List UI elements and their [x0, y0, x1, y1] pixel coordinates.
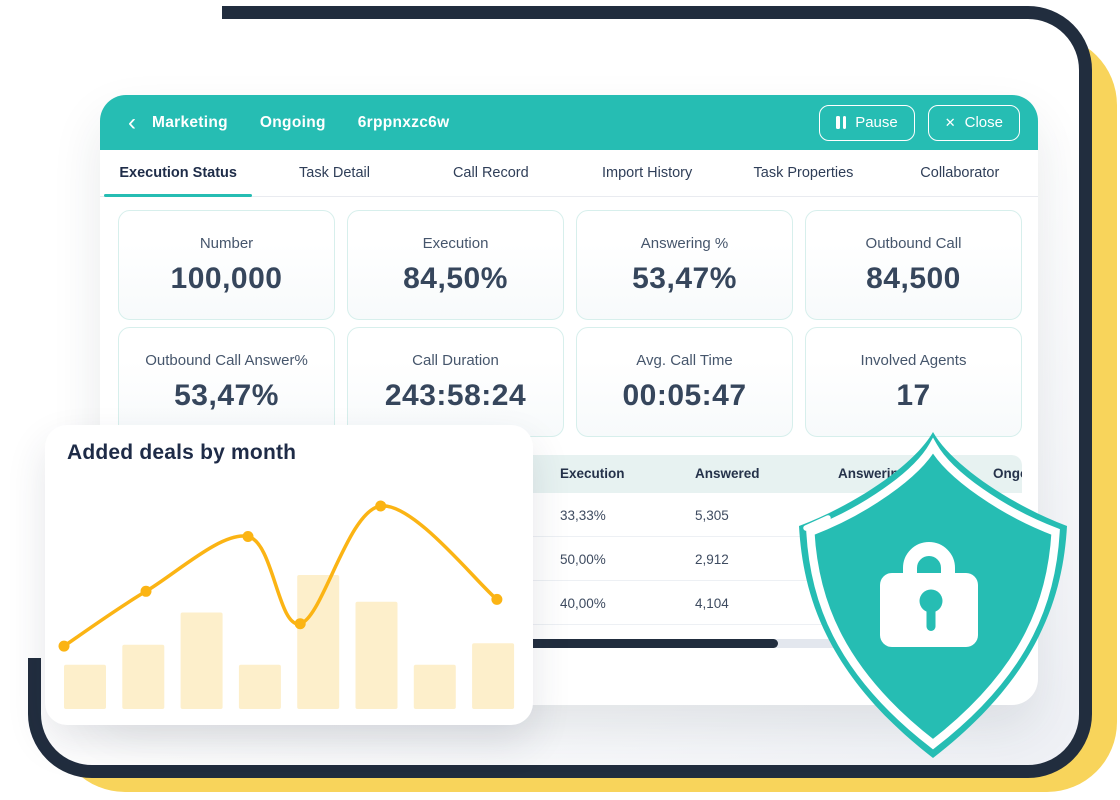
stat-label: Answering %: [641, 235, 729, 252]
stat-card-execution: Execution 84,50%: [347, 210, 564, 320]
close-icon: ✕: [945, 116, 956, 129]
deal-point: [295, 618, 306, 629]
stat-card-call-duration: Call Duration 243:58:24: [347, 327, 564, 437]
stat-card-answering-pct: Answering % 53,47%: [576, 210, 793, 320]
app-header: ‹ Marketing Ongoing 6rppnxzc6w Pause ✕ C…: [100, 95, 1038, 150]
horizontal-scrollbar-thumb[interactable]: [528, 639, 778, 648]
stat-label: Avg. Call Time: [636, 352, 732, 369]
back-button[interactable]: ‹: [124, 113, 140, 133]
stat-label: Outbound Call: [866, 235, 962, 252]
stat-value: 00:05:47: [622, 379, 746, 413]
cell-answered: 4,104: [695, 596, 729, 611]
breadcrumb-task-id: 6rppnxzc6w: [358, 114, 450, 132]
deal-bar: [297, 575, 339, 709]
deal-point: [59, 641, 70, 652]
stat-value: 53,47%: [174, 379, 279, 413]
stat-value: 84,500: [866, 262, 961, 296]
stat-label: Involved Agents: [861, 352, 967, 369]
cell-execution: 40,00%: [560, 596, 606, 611]
shield-lock-icon: [791, 429, 1077, 761]
stat-card-avg-call-time: Avg. Call Time 00:05:47: [576, 327, 793, 437]
stage: ‹ Marketing Ongoing 6rppnxzc6w Pause ✕ C…: [0, 0, 1120, 800]
deal-point: [141, 586, 152, 597]
breadcrumb-status: Ongoing: [260, 114, 326, 132]
col-header-execution: Execution: [560, 466, 625, 481]
stat-card-involved-agents: Involved Agents 17: [805, 327, 1022, 437]
stat-card-outbound-call: Outbound Call 84,500: [805, 210, 1022, 320]
tab-collaborator[interactable]: Collaborator: [882, 150, 1038, 196]
close-button[interactable]: ✕ Close: [928, 105, 1020, 141]
pause-label: Pause: [855, 114, 898, 131]
stat-value: 243:58:24: [385, 379, 526, 413]
deal-bar: [356, 602, 398, 709]
tab-call-record[interactable]: Call Record: [413, 150, 569, 196]
cell-answered: 2,912: [695, 552, 729, 567]
close-label: Close: [965, 114, 1003, 131]
added-deals-chart: [45, 487, 533, 719]
chart-title: Added deals by month: [67, 441, 296, 465]
tab-execution-status[interactable]: Execution Status: [100, 150, 256, 196]
deal-bar: [239, 665, 281, 709]
deal-trend-line: [64, 506, 497, 646]
breadcrumb-task-name[interactable]: Marketing: [152, 114, 228, 132]
added-deals-card: Added deals by month: [45, 425, 533, 725]
tab-task-detail[interactable]: Task Detail: [256, 150, 412, 196]
stat-cards: Number 100,000 Execution 84,50% Answerin…: [118, 210, 1022, 437]
pause-button[interactable]: Pause: [819, 105, 915, 141]
stat-label: Execution: [423, 235, 489, 252]
deal-bar: [64, 665, 106, 709]
deal-bar: [122, 645, 164, 709]
tab-import-history[interactable]: Import History: [569, 150, 725, 196]
stat-label: Number: [200, 235, 253, 252]
pause-icon: [836, 116, 846, 129]
deal-bar: [181, 613, 223, 710]
back-chevron-icon: ‹: [128, 109, 136, 136]
stat-value: 100,000: [171, 262, 283, 296]
deal-point: [491, 594, 502, 605]
stat-value: 17: [896, 379, 930, 413]
col-header-answered: Answered: [695, 466, 760, 481]
tab-bar: Execution Status Task Detail Call Record…: [100, 150, 1038, 197]
cell-execution: 33,33%: [560, 508, 606, 523]
stat-label: Outbound Call Answer%: [145, 352, 308, 369]
tab-task-properties[interactable]: Task Properties: [725, 150, 881, 196]
stat-card-outbound-answer-pct: Outbound Call Answer% 53,47%: [118, 327, 335, 437]
stat-value: 53,47%: [632, 262, 737, 296]
cell-answered: 5,305: [695, 508, 729, 523]
stat-value: 84,50%: [403, 262, 508, 296]
deal-point: [375, 501, 386, 512]
stat-label: Call Duration: [412, 352, 499, 369]
cell-execution: 50,00%: [560, 552, 606, 567]
deal-point: [243, 531, 254, 542]
deal-bar: [472, 643, 514, 709]
deal-bar: [414, 665, 456, 709]
stat-card-number: Number 100,000: [118, 210, 335, 320]
